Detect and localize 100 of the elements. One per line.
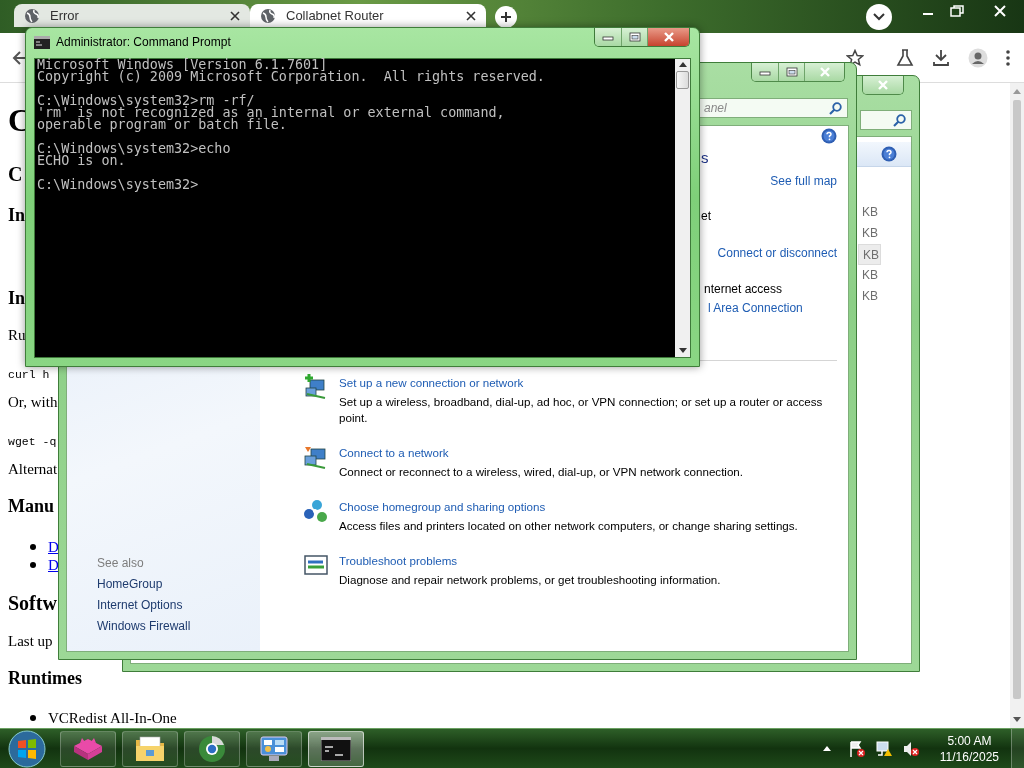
see-also-link[interactable]: Windows Firewall <box>97 619 260 633</box>
section-heading: In <box>8 287 25 309</box>
scroll-down-arrow-icon[interactable] <box>678 348 687 353</box>
browser-icon <box>198 734 226 763</box>
help-icon[interactable] <box>881 146 897 162</box>
task-link[interactable]: Set up a new connection or network <box>339 374 524 392</box>
see-also-link[interactable]: Internet Options <box>97 598 260 612</box>
paragraph-text: Or, with <box>8 393 58 411</box>
task-link[interactable]: Connect to a network <box>339 444 449 462</box>
bullet-icon <box>30 715 36 721</box>
network-connect-icon <box>303 444 329 470</box>
browser-tab[interactable]: Collabnet Router <box>250 4 486 27</box>
control-panel-icon <box>259 734 289 763</box>
taskbar-button[interactable] <box>122 730 178 767</box>
download-link[interactable]: D <box>48 556 59 574</box>
console-line: ECHO is on. <box>37 155 126 167</box>
page-heading: Softw <box>8 591 57 615</box>
console-icon <box>34 35 50 49</box>
console-line: 'rm' is not recognized as an internal or external command, <box>37 107 506 119</box>
network-icon[interactable] <box>874 739 893 758</box>
download-icon[interactable] <box>932 48 950 67</box>
file-size-cell[interactable]: KB <box>858 286 881 307</box>
scroll-thumb[interactable] <box>1013 100 1021 699</box>
file-size-cell[interactable]: KB <box>858 265 881 286</box>
bullet-icon <box>30 544 36 550</box>
maximize-icon[interactable] <box>950 5 964 17</box>
file-size-cell[interactable]: KB <box>858 202 881 223</box>
action-center-flag-icon[interactable] <box>847 739 866 758</box>
task-link[interactable]: Choose homegroup and sharing options <box>339 498 546 516</box>
start-button[interactable] <box>8 729 46 768</box>
maximize-button[interactable] <box>621 28 647 46</box>
scroll-up-arrow-icon[interactable] <box>678 62 687 67</box>
chevron-down-icon <box>873 13 885 21</box>
section-heading: Manu <box>8 495 54 517</box>
connection-link[interactable]: l Area Connection <box>708 299 803 317</box>
access-type-text: nternet access <box>703 281 784 298</box>
scroll-thumb[interactable] <box>676 71 689 89</box>
task-description: Set up a wireless, broadband, dial-up, ad hoc, or VPN connection; or set up a router or access point. <box>339 394 824 426</box>
download-link[interactable]: D <box>48 538 59 556</box>
back-arrow-icon[interactable] <box>12 49 28 66</box>
folder-icon <box>134 734 166 763</box>
scrollbar[interactable] <box>1010 83 1024 728</box>
close-button[interactable] <box>647 28 689 46</box>
globe-icon <box>260 7 276 24</box>
see-also-heading: See also <box>97 556 145 570</box>
taskbar-button[interactable] <box>246 730 302 767</box>
taskbar-button[interactable] <box>184 730 240 767</box>
taskbar-button[interactable] <box>308 730 364 767</box>
flask-icon[interactable] <box>896 48 914 67</box>
maximize-icon <box>785 67 798 77</box>
close-icon <box>662 32 675 42</box>
connect-link[interactable]: Connect or disconnect <box>717 244 837 262</box>
console-line: C:\Windows\system32> <box>37 179 200 191</box>
section-heading: In <box>8 204 25 226</box>
task-link[interactable]: Troubleshoot problems <box>339 552 458 570</box>
list-item-text: VCRedist All-In-One <box>48 709 177 727</box>
profile-icon[interactable] <box>968 47 988 68</box>
see-full-map-link[interactable]: See full map <box>770 172 837 190</box>
troubleshoot-icon <box>303 552 329 578</box>
star-icon[interactable] <box>846 48 864 67</box>
section-heading: s <box>701 149 710 167</box>
clock[interactable]: 5:00 AM 11/16/2025 <box>939 732 999 765</box>
file-size-cell[interactable]: KB <box>858 244 881 265</box>
bullet-icon <box>30 562 36 568</box>
plus-icon <box>500 11 512 23</box>
see-also-link[interactable]: HomeGroup <box>97 577 260 591</box>
file-size-cell[interactable]: KB <box>858 223 881 244</box>
search-field[interactable] <box>860 110 912 130</box>
new-tab-button[interactable] <box>495 6 517 28</box>
console-line: Copyright (c) 2009 Microsoft Corporation. All rights reserved. <box>37 71 546 83</box>
tab-search-button[interactable] <box>866 4 892 30</box>
show-hidden-icons-arrow[interactable] <box>822 746 831 751</box>
close-icon <box>818 67 831 77</box>
search-icon[interactable] <box>829 101 842 115</box>
console-icon <box>321 736 351 761</box>
console-line: Microsoft Windows [Version 6.1.7601] <box>37 59 328 71</box>
paragraph-text: Ru <box>8 326 26 344</box>
window-title: Administrator: Command Prompt <box>56 35 231 49</box>
code-text: curl h <box>8 368 50 381</box>
task-description: Access files and printers located on other network computers, or change sharing settings. <box>339 518 799 534</box>
show-desktop-button[interactable] <box>1011 728 1024 768</box>
close-icon[interactable] <box>466 10 476 21</box>
globe-icon <box>24 7 40 24</box>
search-icon[interactable] <box>893 113 906 127</box>
network-name: et <box>701 208 712 225</box>
close-icon[interactable] <box>230 10 240 21</box>
browser-tab[interactable]: Error <box>14 4 250 27</box>
maximize-button[interactable] <box>778 63 804 81</box>
paragraph-text: Alternat <box>8 460 58 478</box>
section-heading: Runtimes <box>8 667 82 689</box>
homegroup-icon <box>303 498 329 524</box>
console-line: C:\Windows\system32>echo <box>37 143 232 155</box>
help-icon[interactable] <box>821 128 837 144</box>
scroll-down-arrow-icon[interactable] <box>1013 717 1021 722</box>
maximize-icon <box>628 32 641 42</box>
task-description: Connect or reconnect to a wireless, wired, dial-up, or VPN network connection. <box>339 464 745 480</box>
scrollbar[interactable] <box>675 59 690 357</box>
menu-icon[interactable] <box>1006 49 1010 66</box>
task-description: Diagnose and repair network problems, or get troubleshooting information. <box>339 572 722 588</box>
console-line: operable program or batch file. <box>37 119 288 131</box>
